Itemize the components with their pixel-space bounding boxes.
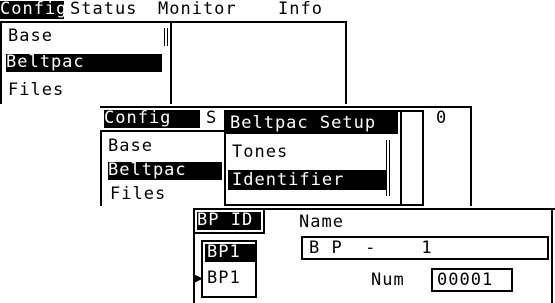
name-value[interactable]: B P - 1 — [309, 240, 433, 257]
list2-item-base[interactable]: Base — [108, 138, 153, 155]
screen2-menu-divider — [100, 130, 226, 132]
menu-config-2[interactable]: Config — [104, 110, 200, 128]
tab-right-edge — [263, 210, 265, 234]
menu-status[interactable]: Status — [70, 1, 137, 18]
popup-title: Beltpac Setup — [226, 112, 398, 134]
screen-right-edge — [345, 21, 347, 104]
screen2-right-border — [470, 106, 472, 206]
list-right-edge — [170, 21, 172, 104]
menu-info[interactable]: Info — [278, 1, 323, 18]
screen3-left-border — [193, 208, 195, 303]
name-label: Name — [299, 212, 344, 232]
list-scrollbar[interactable] — [164, 28, 168, 46]
popup-right-rule — [400, 110, 402, 206]
menu-config[interactable]: Config — [0, 1, 66, 19]
menu-divider — [0, 21, 347, 23]
selection-arrow-icon: ▶ — [195, 271, 204, 286]
menu-status-partial[interactable]: S — [206, 110, 217, 127]
screen-1-panel: Config Status Monitor Info Base Beltpac … — [0, 0, 347, 104]
num-label: Num — [371, 270, 405, 290]
screen-2-panel: Config S Base Beltpac Files Beltpac Setu… — [100, 106, 472, 206]
popup-item-identifier[interactable]: Identifier — [228, 170, 386, 190]
bp-list-item-1[interactable]: BP1 — [205, 244, 255, 262]
ui-screens-stage: Config Status Monitor Info Base Beltpac … — [0, 0, 555, 303]
list-item-files[interactable]: Files — [8, 82, 64, 99]
popup-scrollbar[interactable] — [386, 140, 390, 196]
bp-list-item-2[interactable]: BP1 — [207, 270, 241, 287]
corner-value: 0 — [436, 108, 448, 128]
popup-item-tones[interactable]: Tones — [232, 144, 288, 161]
list2-item-beltpac[interactable]: Beltpac — [108, 162, 222, 180]
menu-monitor[interactable]: Monitor — [158, 1, 237, 18]
list-item-beltpac[interactable]: Beltpac — [6, 54, 162, 72]
num-value[interactable]: 00001 — [437, 272, 493, 289]
screen2-left-edge — [100, 130, 102, 206]
list-left-edge — [0, 21, 2, 104]
screen3-right-border — [551, 208, 553, 303]
list2-item-files[interactable]: Files — [110, 186, 166, 203]
bp-id-tab[interactable]: BP ID — [197, 212, 261, 230]
list-item-base[interactable]: Base — [8, 28, 53, 45]
tab-underline — [193, 232, 263, 234]
screen-3-panel: BP ID BP1 BP1 ▶ Name B P - 1 Num 00001 — [193, 208, 555, 303]
